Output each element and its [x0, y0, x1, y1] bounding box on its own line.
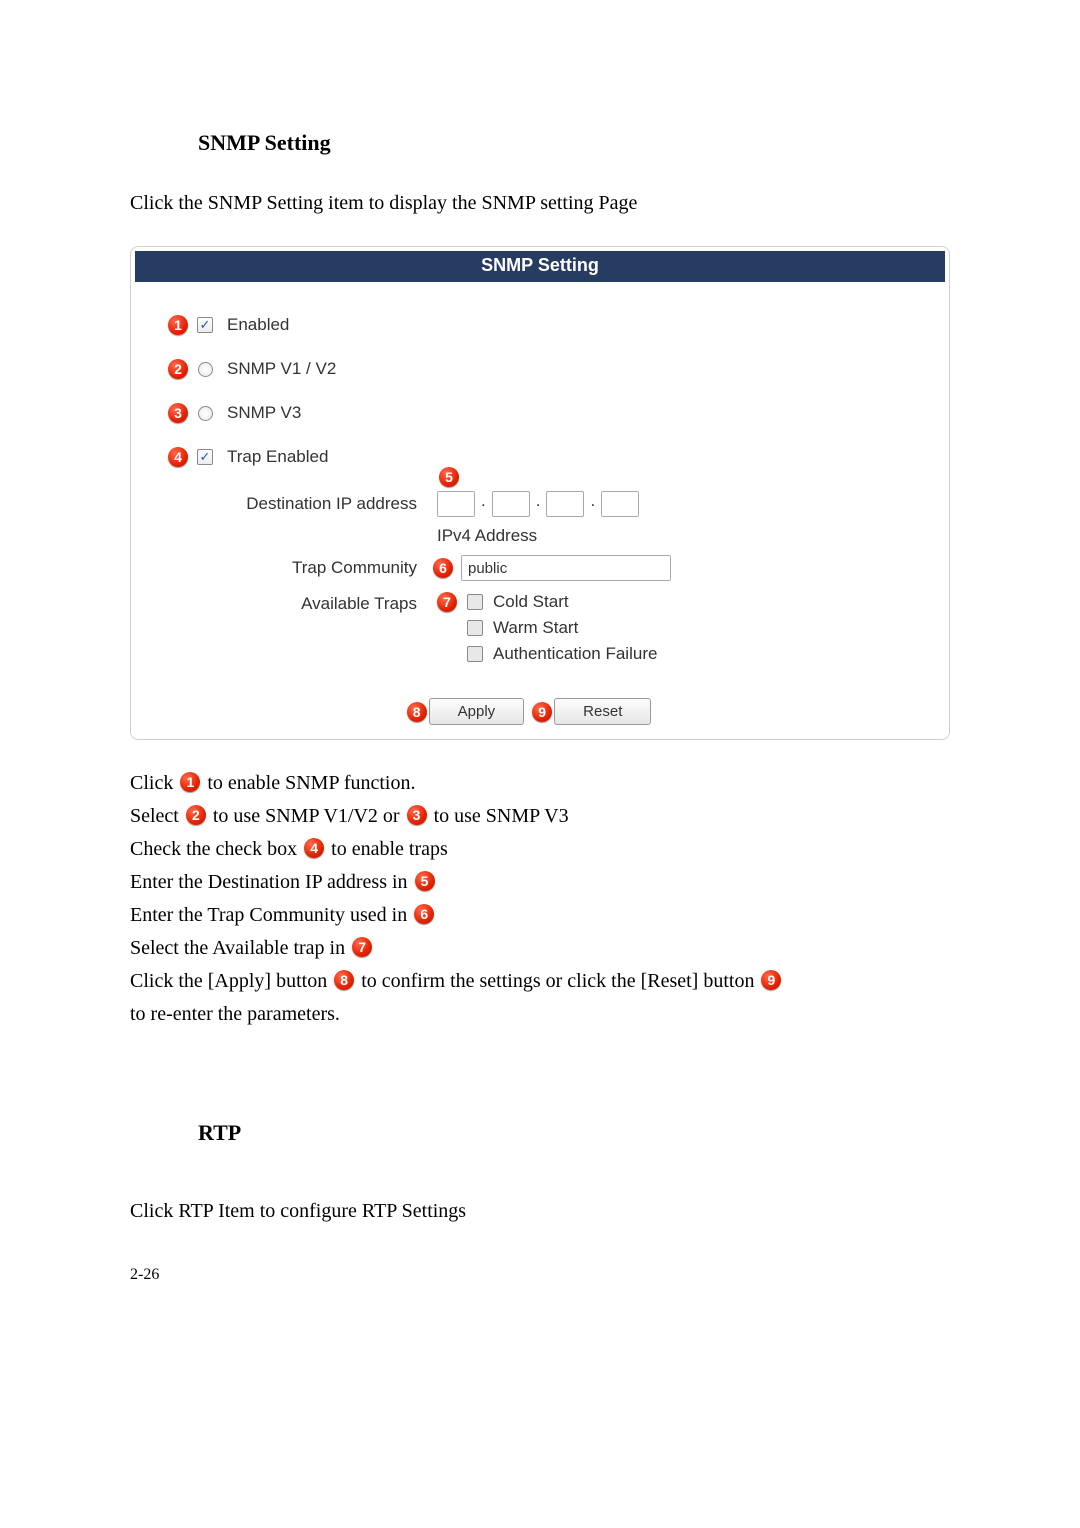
trap-cold-checkbox[interactable] [467, 594, 483, 610]
instr-text: to enable traps [331, 838, 448, 860]
ip-octet-4[interactable] [601, 491, 639, 517]
dest-ip-label: Destination IP address [217, 494, 437, 514]
instr-text: Enter the Trap Community used in [130, 904, 412, 926]
button-row: 8 Apply 9 Reset [135, 680, 945, 735]
instr-text: Click [130, 772, 178, 794]
callout-5-icon: 5 [415, 871, 435, 891]
snmp-v3-radio[interactable] [198, 406, 213, 421]
row-available-traps: Available Traps 7 Cold Start Warm Start [217, 588, 917, 670]
instr-text: Click the [Apply] button [130, 970, 332, 992]
callout-4-icon: 4 [304, 838, 324, 858]
row-enabled: 1 ✓ Enabled [163, 308, 917, 342]
callout-6-icon: 6 [433, 558, 453, 578]
row-dest-ip: Destination IP address 5 . . . [217, 484, 917, 524]
apply-button[interactable]: Apply [429, 698, 525, 725]
trap-warm-label: Warm Start [493, 618, 578, 638]
ip-dot-icon: . [534, 491, 543, 517]
callout-5-icon: 5 [439, 467, 459, 487]
intro-snmp: Click the SNMP Setting item to display t… [130, 188, 950, 218]
ip-octet-2[interactable] [492, 491, 530, 517]
instr-text: to re-enter the parameters. [130, 1003, 340, 1025]
ip-octet-3[interactable] [546, 491, 584, 517]
callout-7-icon: 7 [352, 937, 372, 957]
trap-auth-checkbox[interactable] [467, 646, 483, 662]
callout-8-icon: 8 [407, 702, 427, 722]
row-snmp-v3: 3 SNMP V3 [163, 396, 917, 430]
snmp-panel: SNMP Setting 1 ✓ Enabled 2 SNMP V1 / V2 … [130, 246, 950, 740]
page-number: 2-26 [130, 1266, 950, 1284]
reset-button[interactable]: Reset [554, 698, 651, 725]
ip-octet-1[interactable] [437, 491, 475, 517]
callout-1-icon: 1 [180, 772, 200, 792]
callout-3-icon: 3 [407, 805, 427, 825]
instr-text: Select the Available trap in [130, 937, 350, 959]
available-traps-label: Available Traps [217, 592, 437, 614]
instr-text: to use SNMP V3 [434, 805, 569, 827]
ip-dot-icon: . [479, 491, 488, 517]
callout-2-icon: 2 [186, 805, 206, 825]
callout-9-icon: 9 [761, 970, 781, 990]
row-snmp-v1v2: 2 SNMP V1 / V2 [163, 352, 917, 386]
snmp-v3-label: SNMP V3 [217, 403, 301, 423]
trap-comm-label: Trap Community [217, 558, 437, 578]
snmp-v1v2-radio[interactable] [198, 362, 213, 377]
instr-text: to use SNMP V1/V2 or [213, 805, 405, 827]
section-heading-snmp: SNMP Setting [198, 130, 950, 156]
trap-warm-checkbox[interactable] [467, 620, 483, 636]
trap-cold-label: Cold Start [493, 592, 569, 612]
enabled-checkbox[interactable]: ✓ [197, 317, 213, 333]
instructions: Click 1 to enable SNMP function. Select … [130, 768, 950, 1030]
trap-enabled-label: Trap Enabled [217, 447, 328, 467]
dest-ip-hint: IPv4 Address [437, 526, 537, 546]
callout-7-icon: 7 [437, 592, 457, 612]
intro-rtp: Click RTP Item to configure RTP Settings [130, 1196, 950, 1226]
row-trap-enabled: 4 ✓ Trap Enabled [163, 440, 917, 474]
enabled-label: Enabled [217, 315, 289, 335]
trap-auth-label: Authentication Failure [493, 644, 657, 664]
callout-9-icon: 9 [532, 702, 552, 722]
callout-8-icon: 8 [334, 970, 354, 990]
section-heading-rtp: RTP [198, 1120, 950, 1146]
instr-text: Check the check box [130, 838, 302, 860]
instr-text: Enter the Destination IP address in [130, 871, 413, 893]
ip-dot-icon: . [588, 491, 597, 517]
callout-1-icon: 1 [168, 315, 188, 335]
callout-3-icon: 3 [168, 403, 188, 423]
instr-text: Select [130, 805, 184, 827]
callout-6-icon: 6 [414, 904, 434, 924]
instr-text: to enable SNMP function. [207, 772, 415, 794]
panel-title: SNMP Setting [135, 251, 945, 282]
row-trap-community: Trap Community 6 [217, 548, 917, 588]
trap-community-input[interactable] [461, 555, 671, 581]
trap-enabled-checkbox[interactable]: ✓ [197, 449, 213, 465]
instr-text: to confirm the settings or click the [Re… [361, 970, 759, 992]
callout-2-icon: 2 [168, 359, 188, 379]
callout-4-icon: 4 [168, 447, 188, 467]
snmp-v1v2-label: SNMP V1 / V2 [217, 359, 336, 379]
row-ip-hint: IPv4 Address [217, 524, 917, 548]
